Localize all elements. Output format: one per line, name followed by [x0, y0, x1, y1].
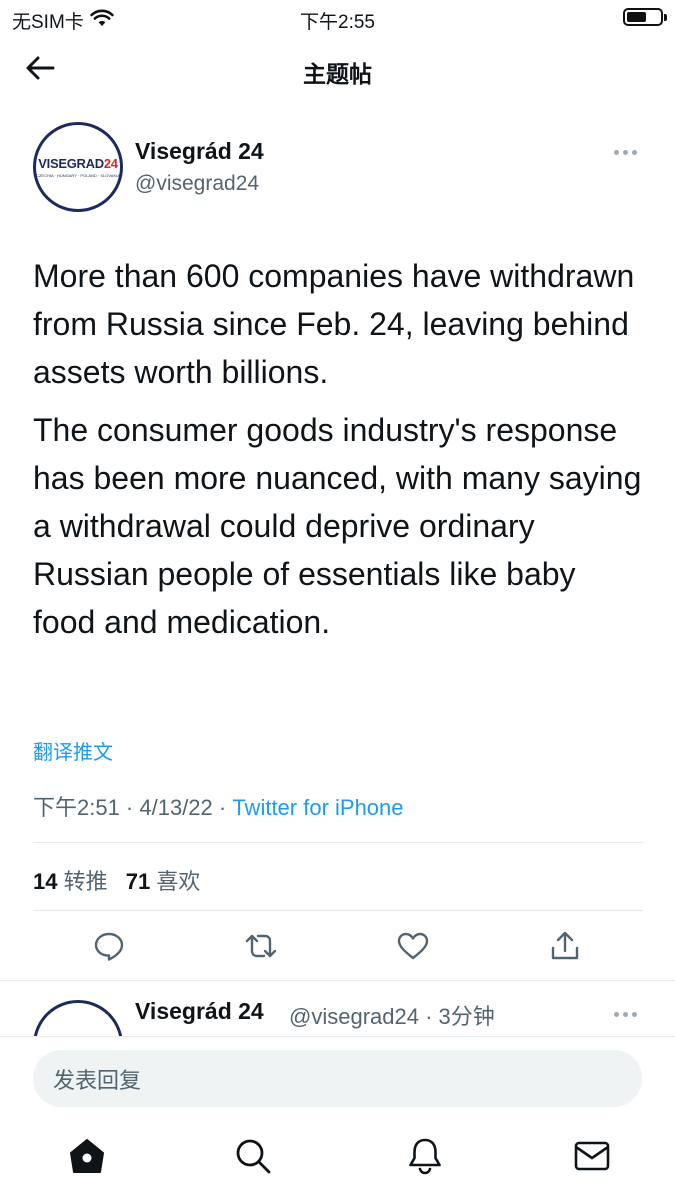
translate-tweet-link[interactable]: 翻译推文: [33, 736, 113, 765]
status-time: 下午2:55: [300, 12, 375, 33]
search-icon: [234, 1137, 272, 1180]
tweet-meta: 下午2:51 · 4/13/22 · Twitter for iPhone: [33, 790, 404, 822]
more-dot-icon: [613, 1011, 619, 1017]
tweet-timestamp: 下午2:51 · 4/13/22 ·: [33, 795, 233, 820]
battery-fill: [627, 12, 647, 22]
share-icon: [550, 930, 580, 967]
divider: [33, 842, 643, 843]
retweets-label[interactable]: 转推: [64, 869, 108, 894]
divider: [0, 1036, 675, 1037]
avatar-logo-main: VISEGRAD: [38, 156, 104, 171]
tab-messages[interactable]: [570, 1136, 614, 1180]
tweet-text: More than 600 companies have withdrawn f…: [33, 252, 643, 656]
tab-home[interactable]: [65, 1136, 109, 1180]
author-name[interactable]: Visegrád 24: [135, 138, 264, 165]
reply-author-name[interactable]: Visegrád 24: [135, 998, 264, 1025]
reply-input[interactable]: 发表回复: [33, 1050, 642, 1107]
reply-tweet-preview[interactable]: Visegrád 24 @visegrad24 · 3分钟: [33, 984, 643, 1036]
more-options-button[interactable]: [611, 142, 639, 162]
reply-button[interactable]: [87, 926, 131, 970]
mail-icon: [573, 1140, 611, 1177]
page-title: 主题帖: [303, 61, 372, 87]
avatar[interactable]: [33, 1000, 123, 1036]
more-options-button[interactable]: [611, 1004, 639, 1024]
like-button[interactable]: [391, 926, 435, 970]
tweet-paragraph: The consumer goods industry's response h…: [33, 412, 642, 640]
tweet-paragraph: More than 600 companies have withdrawn f…: [33, 258, 635, 390]
share-button[interactable]: [543, 926, 587, 970]
divider: [33, 910, 643, 911]
avatar-logo: VISEGRAD24: [38, 156, 118, 171]
author-handle[interactable]: @visegrad24: [135, 172, 259, 196]
reply-input-placeholder: 发表回复: [53, 1067, 142, 1093]
avatar-logo-accent: 24: [103, 156, 118, 171]
more-dot-icon: [631, 1011, 637, 1017]
divider: [0, 980, 675, 981]
tweet-source-link[interactable]: Twitter for iPhone: [232, 795, 403, 820]
likes-count[interactable]: 71: [126, 869, 150, 894]
more-dot-icon: [622, 1011, 628, 1017]
reply-icon: [93, 931, 125, 966]
retweet-button[interactable]: [239, 926, 283, 970]
home-icon: [67, 1137, 107, 1180]
retweet-icon: [243, 931, 279, 966]
avatar-subtext: CZECHIA · HUNGARY · POLAND · SLOVAKIA: [36, 173, 120, 178]
more-dot-icon: [631, 149, 637, 155]
heart-icon: [396, 931, 430, 966]
more-dot-icon: [613, 149, 619, 155]
tab-search[interactable]: [231, 1136, 275, 1180]
more-dot-icon: [622, 149, 628, 155]
avatar[interactable]: VISEGRAD24 CZECHIA · HUNGARY · POLAND · …: [33, 122, 123, 212]
retweets-count[interactable]: 14: [33, 869, 57, 894]
bell-icon: [407, 1137, 443, 1180]
top-nav-bar: 主题帖: [0, 36, 675, 102]
tab-notifications[interactable]: [403, 1136, 447, 1180]
reply-meta: @visegrad24 · 3分钟: [289, 1004, 495, 1029]
bottom-tab-bar: [0, 1128, 675, 1192]
tweet-actions: [33, 926, 643, 970]
tweet-stats: 14 转推 71 喜欢: [33, 864, 212, 896]
status-bar: 无SIM卡 下午2:55: [0, 0, 675, 36]
likes-label[interactable]: 喜欢: [156, 869, 200, 894]
battery-icon: [623, 8, 667, 26]
